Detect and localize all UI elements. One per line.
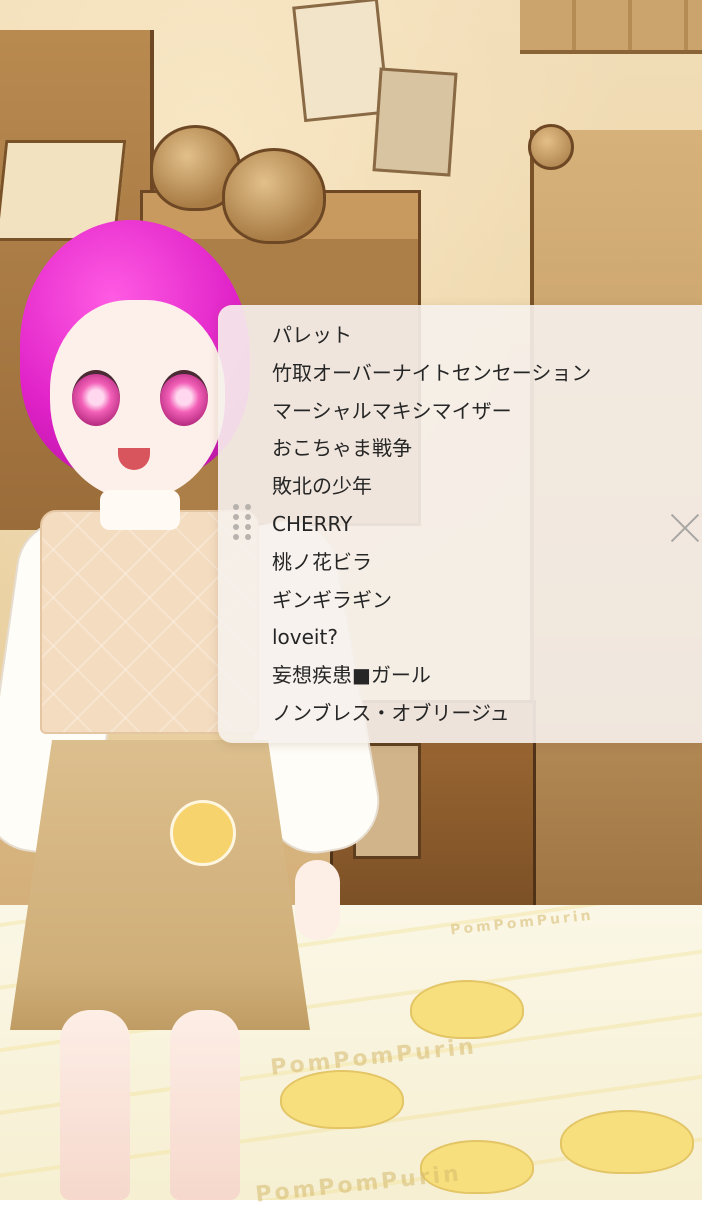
song-item[interactable]: CHERRY — [272, 506, 591, 544]
setlist-panel: パレット 竹取オーバーナイトセンセーション マーシャルマキシマイザー おこちゃま… — [218, 305, 702, 743]
wall-poster — [372, 67, 458, 177]
purin-print — [560, 1110, 694, 1174]
song-item[interactable]: おこちゃま戦争 — [272, 430, 591, 468]
purin-print — [410, 980, 524, 1039]
purin-bow-icon — [170, 800, 236, 866]
song-item[interactable]: 敗北の少年 — [272, 468, 591, 506]
close-icon[interactable] — [670, 513, 700, 543]
avatar-eye — [160, 370, 208, 426]
song-item[interactable]: loveit? — [272, 619, 591, 657]
drag-handle-icon[interactable] — [233, 504, 253, 544]
avatar-eye — [72, 370, 120, 426]
song-item[interactable]: マーシャルマキシマイザー — [272, 393, 591, 431]
wall-poster — [292, 0, 390, 123]
avatar-skirt — [10, 740, 310, 1030]
ceiling-beam — [520, 0, 702, 54]
avatar-collar — [100, 490, 180, 530]
song-item[interactable]: ギンギラギン — [272, 582, 591, 620]
song-item[interactable]: ノンブレス・オブリージュ — [272, 695, 591, 733]
song-item[interactable]: パレット — [272, 317, 591, 355]
bed-post-knob — [528, 124, 574, 170]
avatar-hand — [295, 860, 340, 940]
song-item[interactable]: 桃ノ花ビラ — [272, 544, 591, 582]
song-item[interactable]: 妄想疾患■ガール — [272, 657, 591, 695]
avatar-leg — [170, 1010, 240, 1200]
song-item[interactable]: 竹取オーバーナイトセンセーション — [272, 355, 591, 393]
avatar-leg — [60, 1010, 130, 1200]
song-list: パレット 竹取オーバーナイトセンセーション マーシャルマキシマイザー おこちゃま… — [272, 317, 591, 733]
